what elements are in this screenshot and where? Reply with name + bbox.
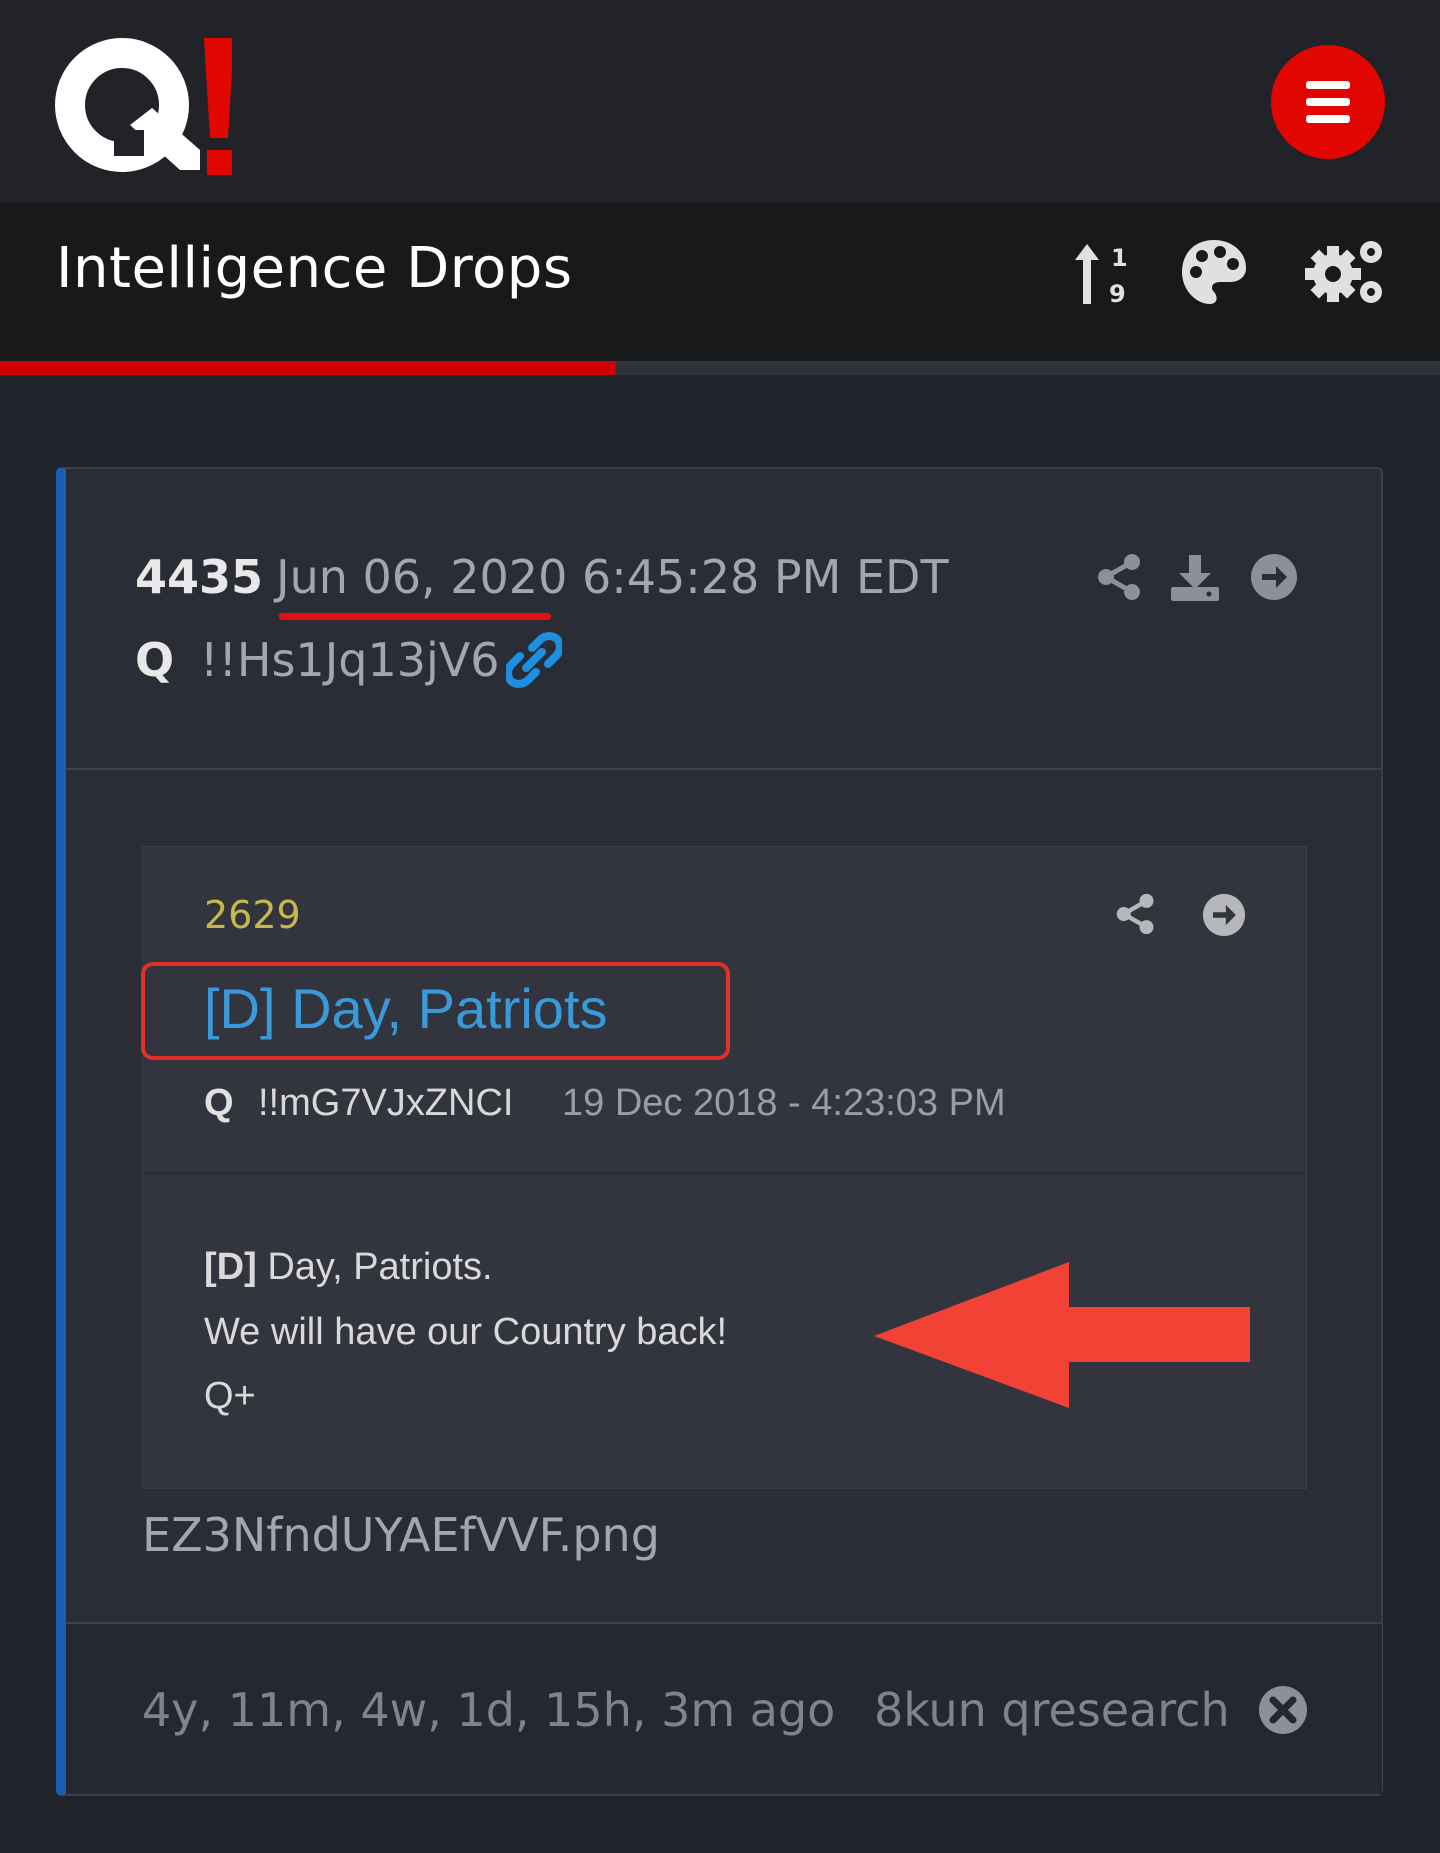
embedded-body-line: Q+ xyxy=(204,1375,256,1417)
source-board: 8kun qresearch xyxy=(874,1683,1230,1737)
red-arrow-annotation xyxy=(874,1262,1250,1408)
arrow-right-icon xyxy=(1202,893,1246,937)
close-icon[interactable] xyxy=(1258,1685,1308,1735)
embedded-author-name: Q xyxy=(204,1082,234,1124)
divider xyxy=(143,1172,1306,1174)
palette-icon[interactable] xyxy=(1180,238,1248,306)
drop-number[interactable]: 4435 xyxy=(135,550,263,604)
embedded-post-title: [D] Day, Patriots xyxy=(204,977,608,1040)
svg-text:9: 9 xyxy=(1109,280,1126,306)
hamburger-icon-line xyxy=(1306,98,1350,106)
embedded-body-text: Day, Patriots. xyxy=(267,1246,493,1288)
author-name: Q xyxy=(135,633,175,687)
hamburger-icon xyxy=(1306,81,1350,89)
share-icon[interactable] xyxy=(1096,553,1144,601)
settings-icon[interactable] xyxy=(1305,238,1387,306)
drop-date: Jun 06, 2020 6:45:28 PM EDT xyxy=(276,550,949,604)
link-icon[interactable] xyxy=(506,632,562,688)
tripcode: !!Hs1Jq13jV6 xyxy=(200,633,500,687)
elapsed-time: 4y, 11m, 4w, 1d, 15h, 3m ago xyxy=(142,1683,836,1737)
share-icon xyxy=(1116,893,1154,935)
sort-numeric-icon[interactable]: 1 9 xyxy=(1073,240,1133,306)
embedded-post-number: 2629 xyxy=(204,893,301,937)
menu-button[interactable] xyxy=(1271,45,1385,159)
attachment-filename[interactable]: EZ3NfndUYAEfVVF.png xyxy=(142,1508,660,1562)
arrow-right-icon[interactable] xyxy=(1250,553,1298,601)
divider xyxy=(66,768,1382,770)
q-logo[interactable] xyxy=(52,30,232,180)
embedded-tripcode: !!mG7VJxZNCI xyxy=(258,1082,514,1124)
hamburger-icon-line xyxy=(1306,115,1350,123)
embedded-timestamp: 19 Dec 2018 - 4:23:03 PM xyxy=(562,1082,1006,1124)
page-title: Intelligence Drops xyxy=(56,236,573,301)
progress-bar xyxy=(0,361,1440,375)
embedded-body-line: [D] Day, Patriots. xyxy=(204,1246,493,1289)
date-underline-annotation xyxy=(279,613,551,620)
embedded-body-line: We will have our Country back! xyxy=(204,1311,728,1353)
download-icon[interactable] xyxy=(1171,553,1219,601)
svg-text:1: 1 xyxy=(1111,244,1128,272)
embedded-body-bold: [D] xyxy=(204,1246,257,1288)
progress-fill xyxy=(0,361,617,375)
